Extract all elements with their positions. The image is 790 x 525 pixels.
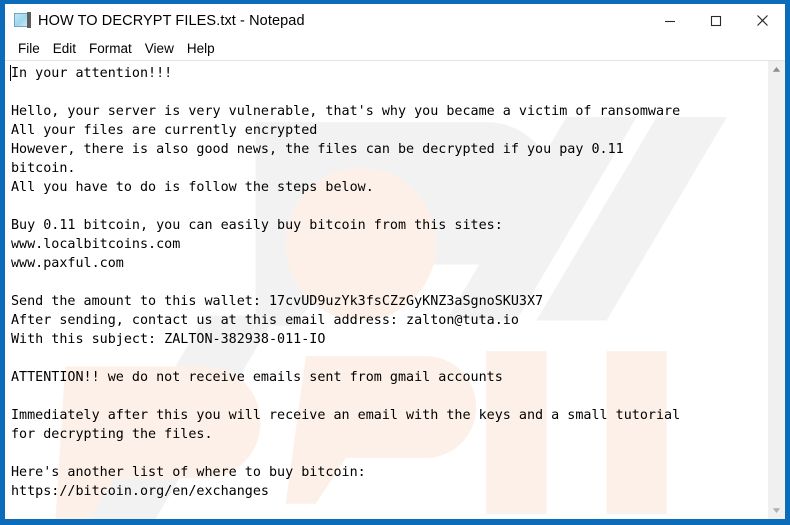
scroll-down-icon [772, 508, 781, 513]
menu-item-file[interactable]: File [12, 39, 47, 58]
maximize-button[interactable] [693, 4, 739, 37]
menu-item-help[interactable]: Help [181, 39, 222, 58]
vertical-scrollbar[interactable] [767, 61, 785, 519]
minimize-icon [665, 20, 675, 22]
text-caret [10, 65, 11, 81]
menu-item-edit[interactable]: Edit [47, 39, 83, 58]
menu-item-format[interactable]: Format [83, 39, 139, 58]
menu-item-view[interactable]: View [139, 39, 181, 58]
notepad-window: HOW TO DECRYPT FILES.txt - Notepad File … [0, 0, 790, 525]
close-icon [756, 15, 768, 26]
notepad-document-icon [13, 12, 31, 29]
editor-region: In your attention!!! Hello, your server … [5, 60, 785, 519]
window-controls [647, 4, 785, 37]
minimize-button[interactable] [647, 4, 693, 37]
text-editor-surface[interactable]: In your attention!!! Hello, your server … [5, 61, 767, 519]
scroll-up-icon [772, 67, 781, 72]
maximize-icon [710, 15, 722, 26]
scroll-up-button[interactable] [768, 61, 785, 78]
menu-bar: File Edit Format View Help [5, 37, 785, 60]
close-button[interactable] [739, 4, 785, 37]
title-bar[interactable]: HOW TO DECRYPT FILES.txt - Notepad [5, 4, 785, 37]
scroll-down-button[interactable] [768, 502, 785, 519]
window-title: HOW TO DECRYPT FILES.txt - Notepad [38, 12, 305, 29]
ransom-note-text[interactable]: In your attention!!! Hello, your server … [5, 61, 767, 501]
